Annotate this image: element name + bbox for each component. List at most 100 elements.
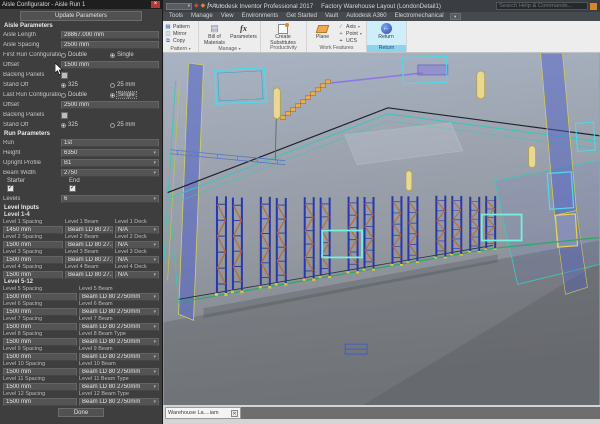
return-group-label[interactable]: Return — [367, 45, 406, 52]
level8-beam-dropdown[interactable]: Beam LD 80 2750mm — [79, 338, 159, 346]
offset2-label: Offset — [3, 102, 19, 108]
point-button[interactable]: + Point ▾ — [338, 31, 362, 37]
minus-icon[interactable]: – — [220, 2, 223, 10]
standoff2-325-label: 325 — [68, 122, 79, 128]
height-dropdown[interactable]: 6350 — [61, 149, 159, 157]
update-parameters-button[interactable]: Update Parameters — [20, 11, 142, 21]
tab-manage[interactable]: Manage — [187, 12, 217, 21]
create-substitutes-button[interactable]: Create Substitutes — [263, 22, 303, 46]
pattern-group-label[interactable]: Pattern ▾ — [163, 45, 198, 52]
plus-icon[interactable]: + — [214, 2, 218, 10]
offset1-field[interactable]: 1500 mm — [61, 61, 159, 69]
productivity-group-label[interactable]: Productivity — [261, 45, 306, 52]
chevron-down-icon: ▾ — [359, 31, 362, 36]
tab-view[interactable]: View — [217, 12, 238, 21]
ucs-icon: ⌖ — [339, 38, 343, 44]
upright-profile-dropdown[interactable]: B1 — [61, 159, 159, 167]
tab-electromechanical[interactable]: Electromechanical — [391, 12, 448, 21]
dialog-titlebar[interactable]: Aisle Configurator - Aisle Run 1 × — [0, 0, 162, 9]
backing-panels2-checkbox[interactable] — [61, 111, 68, 119]
axis-button[interactable]: ∕ Axis ▾ — [338, 24, 362, 30]
last-run-single-radio[interactable]: Single — [110, 91, 159, 99]
level1-spacing-field[interactable]: 1450 mm — [3, 226, 63, 234]
level4-deck-dropdown[interactable]: N/A — [115, 271, 159, 279]
manage-group-label[interactable]: Manage ▾ — [199, 45, 260, 52]
level8-spacing-field[interactable]: 1500 mm — [3, 338, 77, 346]
standoff2-325-radio[interactable]: 325 — [61, 122, 110, 128]
bill-of-materials-button[interactable]: ▤ Bill of Materials — [201, 22, 228, 46]
level2-deck-dropdown[interactable]: N/A — [115, 241, 159, 249]
run-field[interactable]: 1st — [61, 139, 159, 147]
ucs-button[interactable]: ⌖ UCS — [338, 38, 362, 44]
level3-beam-dropdown[interactable]: Beam LD 80 27... — [65, 256, 113, 264]
tab-vault[interactable]: Vault — [321, 12, 342, 21]
parameters-qat-icon[interactable]: fx — [207, 2, 212, 10]
level11-spacing-field[interactable]: 1500 mm — [3, 383, 77, 391]
tab-tools[interactable]: Tools — [165, 12, 187, 21]
aisle-spacing-label: Aisle Spacing — [3, 42, 40, 48]
end-checkbox[interactable] — [69, 185, 76, 192]
beam-width-dropdown[interactable]: 2750 — [61, 169, 159, 177]
material-dropdown[interactable] — [166, 2, 192, 10]
return-button[interactable]: ← Return — [369, 22, 403, 41]
level3-beam-label: Level 3 Beam — [65, 249, 99, 255]
level1-deck-dropdown[interactable]: N/A — [115, 226, 159, 234]
plane-button[interactable]: Plane — [309, 22, 336, 41]
last-run-double-radio[interactable]: Double — [61, 92, 110, 98]
level1-beam-label: Level 1 Beam — [65, 219, 99, 225]
level10-beam-dropdown[interactable]: Beam LD 80 2750mm — [79, 368, 159, 376]
close-icon[interactable]: ✕ — [231, 409, 238, 417]
tab-autodesk-a360[interactable]: Autodesk A360 — [342, 12, 390, 21]
standoff1-25-radio[interactable]: 25 mm — [110, 82, 159, 88]
standoff1-325-radio[interactable]: 325 — [61, 82, 110, 88]
level9-beam-dropdown[interactable]: Beam LD 80 2750mm — [79, 353, 159, 361]
level2-beam-dropdown[interactable]: Beam LD 80 27... — [65, 241, 113, 249]
level3-deck-dropdown[interactable]: N/A — [115, 256, 159, 264]
level12-spacing-field[interactable]: 1500 mm — [3, 398, 77, 406]
level1-beam-dropdown[interactable]: Beam LD 80 27... — [65, 226, 113, 234]
offset2-field[interactable]: 2500 mm — [61, 101, 159, 109]
level4-spacing-field[interactable]: 1500 mm — [3, 271, 63, 279]
backing-panels1-checkbox[interactable] — [61, 71, 68, 79]
level8-beam-label: Level 8 Beam Type — [79, 331, 126, 337]
beam-width-label: Beam Width — [3, 170, 36, 176]
level10-spacing-field[interactable]: 1500 mm — [3, 368, 77, 376]
copy-button[interactable]: ⧉ Copy — [165, 38, 190, 44]
sign-in-icon[interactable] — [590, 2, 597, 10]
aisle-spacing-field[interactable]: 2500 mm — [61, 41, 159, 49]
work-features-group-label[interactable]: Work Features — [307, 45, 366, 52]
level5-spacing-field[interactable]: 1500 mm — [3, 293, 77, 301]
starter-checkbox[interactable] — [7, 185, 14, 192]
level4-beam-dropdown[interactable]: Beam LD 80 27... — [65, 271, 113, 279]
level2-spacing-field[interactable]: 1500 mm — [3, 241, 63, 249]
done-button[interactable]: Done — [58, 408, 104, 417]
level3-spacing-field[interactable]: 1500 mm — [3, 256, 63, 264]
mirror-button[interactable]: ◫ Mirror — [165, 31, 190, 37]
pattern-button[interactable]: ▦ Pattern — [165, 24, 189, 30]
level5-beam-dropdown[interactable]: Beam LD 80 2750mm — [79, 293, 159, 301]
level11-beam-dropdown[interactable]: Beam LD 80 2750mm — [79, 383, 159, 391]
level7-beam-dropdown[interactable]: Beam LD 80 2750mm — [79, 323, 159, 331]
level6-spacing-field[interactable]: 1500 mm — [3, 308, 77, 316]
close-icon[interactable]: × — [151, 1, 160, 8]
search-input[interactable] — [496, 2, 588, 10]
document-tab[interactable]: Warehouse La....iam ✕ — [165, 407, 241, 419]
first-run-double-radio[interactable]: Double — [61, 52, 110, 58]
adjust-icon[interactable]: ◆ — [201, 2, 206, 10]
level9-spacing-field[interactable]: 1500 mm — [3, 353, 77, 361]
tab-get-started[interactable]: Get Started — [282, 12, 321, 21]
parameters-button[interactable]: fx Parameters — [230, 22, 257, 41]
ribbon-display-toggle[interactable]: ▾ — [449, 13, 461, 20]
model-viewport[interactable] — [163, 53, 600, 405]
level12-beam-dropdown[interactable]: Beam LD 80 2750mm — [79, 398, 159, 406]
level6-beam-dropdown[interactable]: Beam LD 80 2750mm — [79, 308, 159, 316]
standoff2-25-radio[interactable]: 25 mm — [110, 122, 159, 128]
levels-dropdown[interactable]: 6 — [61, 195, 159, 203]
appearance-icon[interactable]: ◆ — [194, 2, 199, 10]
warehouse-model-canvas[interactable] — [163, 53, 600, 405]
aisle-length-field[interactable]: 28867.000 mm — [61, 31, 159, 39]
level7-spacing-field[interactable]: 1500 mm — [3, 323, 77, 331]
tab-environments[interactable]: Environments — [238, 12, 283, 21]
first-run-label: First Run Configuration — [3, 52, 61, 58]
first-run-single-radio[interactable]: Single — [110, 52, 159, 58]
